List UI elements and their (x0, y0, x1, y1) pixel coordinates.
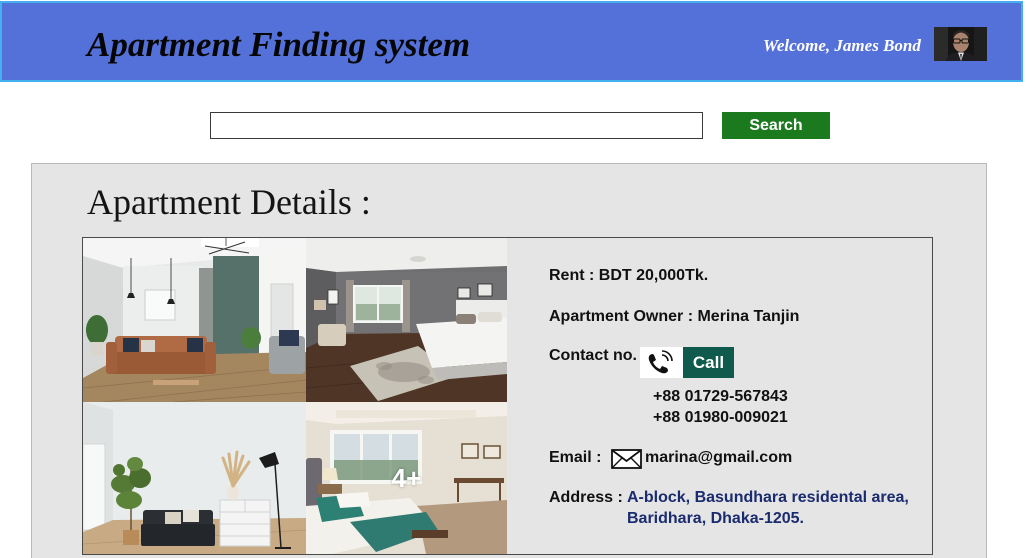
apartment-card: 4+ Rent : BDT 20,000Tk. Apartment Owner … (82, 237, 933, 555)
phone-number: +88 01729-567843 (653, 388, 788, 405)
email-value: marina@gmail.com (645, 449, 793, 466)
avatar-photo (934, 27, 987, 61)
apartment-details-panel: Apartment Details : 4+ Rent: BDT 20,000… (31, 163, 987, 558)
bedroom-photo[interactable] (306, 238, 507, 402)
search-input[interactable] (210, 112, 703, 139)
living-room-photo[interactable] (83, 238, 306, 402)
rent-row: Rent : BDT 20,000Tk. (549, 266, 708, 286)
living-room-image (83, 238, 306, 402)
call-button-label: Call (683, 347, 734, 378)
phone-icon (640, 347, 683, 378)
lounge-image (83, 402, 306, 554)
app-title: Apartment Finding system (87, 25, 471, 64)
search-button[interactable]: Search (722, 112, 830, 139)
owner-label: Apartment Owner : (549, 308, 694, 325)
welcome-message: Welcome, James Bond (763, 36, 921, 55)
rent-label: Rent : (549, 267, 595, 284)
more-photos-label[interactable]: 4+ (306, 402, 507, 554)
photo-gallery: 4+ (83, 238, 507, 554)
page-title: Apartment Details : (87, 182, 371, 222)
contact-label: Contact no. (549, 347, 637, 364)
rent-value: BDT 20,000Tk. (598, 267, 709, 284)
address-label: Address : (549, 489, 623, 506)
owner-value: Merina Tanjin (697, 308, 800, 325)
address-line: A-block, Basundhara residental area, (627, 489, 909, 506)
page: Apartment Finding system Welcome, James … (0, 0, 1025, 558)
envelope-icon (611, 449, 642, 469)
bedroom-image (306, 238, 507, 402)
user-avatar[interactable] (934, 27, 987, 61)
phone-number: +88 01980-009021 (653, 409, 788, 426)
email-label: Email : (549, 449, 602, 466)
app-header: Apartment Finding system Welcome, James … (0, 1, 1023, 82)
guest-bedroom-photo[interactable]: 4+ (306, 402, 507, 554)
owner-row: Apartment Owner : Merina Tanjin (549, 307, 799, 327)
call-button[interactable]: Call (640, 347, 734, 378)
lounge-photo[interactable] (83, 402, 306, 554)
address-line: Baridhara, Dhaka-1205. (627, 510, 804, 527)
